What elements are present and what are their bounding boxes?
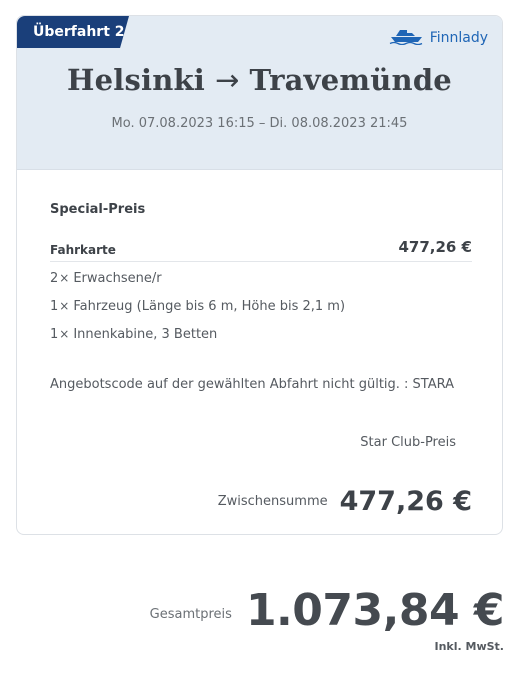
ship-icon bbox=[389, 27, 424, 49]
vat-note: Inkl. MwSt. bbox=[434, 640, 505, 653]
route-from: Helsinki bbox=[67, 63, 206, 97]
route-to: Travemünde bbox=[249, 63, 452, 97]
item-text: Fahrzeug (Länge bis 6 m, Höhe bis 2,1 m) bbox=[73, 299, 346, 314]
total-value: 1.073,84 € bbox=[245, 585, 505, 636]
subtotal-value: 477,26 € bbox=[339, 486, 472, 517]
crossing-card: Überfahrt 2 Finnlady Helsinki → Travemünde… bbox=[16, 15, 503, 535]
offer-code-note: Angebotscode auf der gewählten Abfahrt n… bbox=[50, 377, 455, 392]
crossing-dates: Mo. 07.08.2023 16:15 – Di. 08.08.2023 21… bbox=[111, 116, 408, 131]
fare-details: Special-Preis Fahrkarte 477,26 € 2× Erwac… bbox=[50, 202, 472, 517]
times-icon: × bbox=[59, 299, 70, 313]
subtotal-label: Zwischensumme bbox=[217, 494, 328, 509]
subtotal: Zwischensumme 477,26 € bbox=[218, 486, 472, 517]
item-qty: 1 bbox=[50, 299, 59, 314]
ticket-row: Fahrkarte 477,26 € bbox=[50, 237, 472, 262]
fare-items: 2× Erwachsene/r 1× Fahrzeug (Länge bis 6 m… bbox=[50, 268, 345, 352]
crossing-header: Überfahrt 2 Finnlady Helsinki → Travemünde… bbox=[17, 16, 502, 170]
item-qty: 1 bbox=[50, 327, 59, 342]
list-item: 1× Fahrzeug (Länge bis 6 m, Höhe bis 2,1 … bbox=[50, 296, 345, 324]
item-qty: 2 bbox=[50, 271, 59, 286]
ship-name: Finnlady bbox=[429, 30, 488, 46]
item-text: Erwachsene/r bbox=[73, 271, 162, 286]
ticket-amount: 477,26 € bbox=[398, 238, 472, 256]
ticket-label: Fahrkarte bbox=[50, 243, 116, 257]
times-icon: × bbox=[59, 327, 70, 341]
list-item: 1× Innenkabine, 3 Betten bbox=[50, 324, 345, 352]
times-icon: × bbox=[59, 271, 70, 285]
fare-title: Special-Preis bbox=[50, 202, 146, 217]
list-item: 2× Erwachsene/r bbox=[50, 268, 345, 296]
grand-total: Gesamtpreis 1.073,84 € bbox=[149, 585, 505, 636]
route-title: Helsinki → Travemünde bbox=[17, 63, 502, 97]
item-text: Innenkabine, 3 Betten bbox=[73, 327, 218, 342]
leg-badge: Überfahrt 2 bbox=[17, 16, 129, 48]
route-arrow: → bbox=[215, 63, 240, 97]
ship-info: Finnlady bbox=[389, 27, 488, 49]
star-club-label: Star Club-Preis bbox=[360, 435, 456, 450]
total-label: Gesamtpreis bbox=[149, 607, 232, 622]
